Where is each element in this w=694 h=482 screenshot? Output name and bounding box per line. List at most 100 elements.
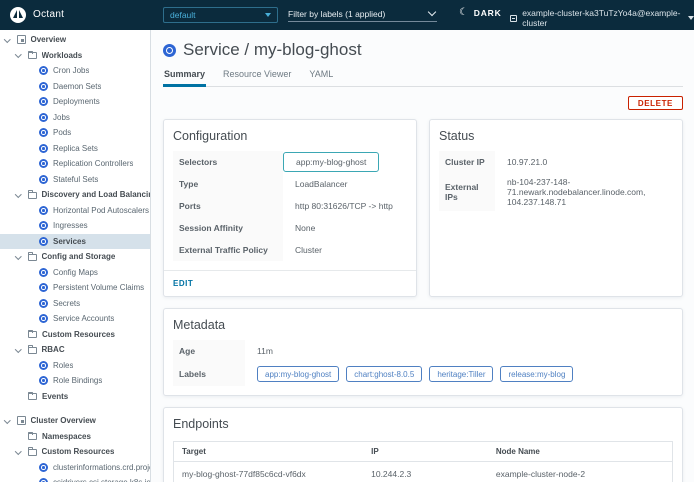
sidebar-item-label: Horizontal Pod Autoscalers — [53, 206, 149, 215]
sidebar-item[interactable]: Discovery and Load Balancing — [0, 187, 150, 203]
sidebar-item-label: Secrets — [53, 299, 80, 308]
config-row-value: app:my-blog-ghost — [283, 152, 379, 172]
tab[interactable]: Summary — [163, 69, 206, 87]
config-row: Session Affinity None — [173, 217, 407, 239]
sidebar-item-label: Stateful Sets — [53, 175, 98, 184]
sidebar-item-icon — [28, 433, 37, 440]
sidebar-item[interactable]: Config and Storage — [0, 249, 150, 265]
sidebar-item-label: csidrivers.csi.storage.k8s.io — [53, 478, 150, 482]
page-title: Service / my-blog-ghost — [183, 40, 362, 60]
sidebar-item[interactable]: Replication Controllers — [0, 156, 150, 172]
label-tag: heritage:Tiller — [429, 366, 493, 382]
sidebar-item[interactable]: Role Bindings — [0, 373, 150, 389]
sidebar-item[interactable]: Replica Sets — [0, 141, 150, 157]
sidebar-item[interactable]: Horizontal Pod Autoscalers — [0, 203, 150, 219]
config-row: Ports http 80:31626/TCP -> http — [173, 195, 407, 217]
sidebar-item-icon — [39, 268, 48, 277]
sidebar-item-label: Discovery and Load Balancing — [42, 190, 151, 199]
app-header: Octant default Filter by labels (1 appli… — [0, 0, 694, 30]
sidebar-item[interactable]: csidrivers.csi.storage.k8s.io — [0, 475, 150, 482]
sidebar-item[interactable]: Ingresses — [0, 218, 150, 234]
sidebar-item[interactable]: Namespaces — [0, 429, 150, 445]
sidebar-item-icon — [39, 66, 48, 75]
sidebar-item[interactable]: Overview — [0, 32, 150, 48]
octant-logo-icon — [10, 7, 26, 23]
sidebar-item[interactable]: Persistent Volume Claims — [0, 280, 150, 296]
metadata-labels: app:my-blog-ghost chart:ghost-8.0.5 heri… — [245, 362, 585, 386]
sidebar-item-label: Pods — [53, 128, 71, 137]
chevron-down-icon[interactable] — [15, 448, 21, 454]
sidebar-item-icon — [39, 206, 48, 215]
status-row-label: External IPs — [439, 173, 495, 211]
sidebar-item[interactable]: Deployments — [0, 94, 150, 110]
sidebar-item-icon — [39, 283, 48, 292]
tab[interactable]: Resource Viewer — [222, 69, 292, 86]
config-row: External Traffic Policy Cluster — [173, 239, 407, 261]
sidebar-item[interactable]: Service Accounts — [0, 311, 150, 327]
sidebar-item-icon — [28, 254, 37, 261]
chevron-down-icon[interactable] — [15, 253, 21, 259]
sidebar-item-label: Ingresses — [53, 221, 88, 230]
chevron-down-icon[interactable] — [4, 36, 10, 42]
sidebar-item-icon — [39, 361, 48, 370]
sidebar-item[interactable]: Secrets — [0, 296, 150, 312]
moon-icon: ☾ — [459, 7, 469, 18]
sidebar-item[interactable]: RBAC — [0, 342, 150, 358]
chevron-down-icon — [265, 13, 271, 17]
namespace-select[interactable]: default — [163, 7, 278, 23]
chevron-down-icon[interactable] — [15, 51, 21, 57]
sidebar-item[interactable]: Cron Jobs — [0, 63, 150, 79]
delete-button[interactable]: DELETE — [628, 96, 683, 110]
sidebar-item[interactable]: Jobs — [0, 110, 150, 126]
sidebar-item-icon — [28, 347, 37, 354]
chevron-down-icon[interactable] — [15, 346, 21, 352]
cluster-context-select[interactable]: example-cluster-ka3TuTzYo4a@example-clus… — [510, 8, 694, 28]
sidebar-item-label: Persistent Volume Claims — [53, 283, 144, 292]
chevron-down-icon[interactable] — [4, 417, 10, 423]
theme-toggle-label: DARK — [474, 8, 502, 18]
sidebar-item-icon — [39, 113, 48, 122]
sidebar-item-label: Cluster Overview — [31, 416, 96, 425]
endpoint-target-link[interactable]: my-blog-ghost-77df85c6cd-vf6dx — [174, 462, 364, 482]
sidebar-item-label: Daemon Sets — [53, 82, 101, 91]
sidebar-item[interactable]: Pods — [0, 125, 150, 141]
endpoints-card: Endpoints Target IP Node Name my-blog — [163, 407, 683, 482]
status-row-label: Cluster IP — [439, 151, 495, 173]
edit-link[interactable]: EDIT — [164, 271, 202, 296]
chevron-down-icon — [688, 16, 694, 20]
sidebar-item[interactable]: clusterinformations.crd.projec — [0, 460, 150, 476]
label-filter-input[interactable]: Filter by labels (1 applied) — [288, 6, 437, 22]
endpoints-column-header: Node Name — [488, 442, 673, 462]
tab[interactable]: YAML — [308, 69, 334, 86]
chevron-down-icon — [428, 8, 436, 16]
sidebar-item-label: Replica Sets — [53, 144, 98, 153]
sidebar-item-icon — [28, 192, 37, 199]
config-row-label: Type — [173, 173, 283, 195]
sidebar-item[interactable]: Custom Resources — [0, 444, 150, 460]
sidebar-item[interactable]: Roles — [0, 358, 150, 374]
label-filter-text: Filter by labels (1 applied) — [288, 9, 385, 19]
service-icon — [163, 44, 176, 57]
sidebar-item[interactable]: Config Maps — [0, 265, 150, 281]
config-row-value: LoadBalancer — [283, 175, 359, 193]
card-title: Metadata — [164, 309, 682, 340]
sidebar-item[interactable]: Stateful Sets — [0, 172, 150, 188]
sidebar-item[interactable]: Services — [0, 234, 150, 250]
theme-toggle[interactable]: ☾ DARK — [459, 8, 502, 18]
sidebar-item-label: Cron Jobs — [53, 66, 89, 75]
tab-bar: Summary Resource Viewer YAML — [163, 69, 683, 87]
label-tag: chart:ghost-8.0.5 — [346, 366, 422, 382]
config-row: Selectors app:my-blog-ghost — [173, 151, 407, 173]
endpoints-row: my-blog-ghost-77df85c6cd-vf6dx 10.244.2.… — [174, 462, 673, 482]
sidebar-item-label: Services — [53, 237, 86, 246]
sidebar-item[interactable]: Events — [0, 389, 150, 405]
sidebar-item-label: Jobs — [53, 113, 70, 122]
sidebar-item-label: Namespaces — [42, 432, 91, 441]
sidebar-item[interactable]: Daemon Sets — [0, 79, 150, 95]
sidebar-item-icon — [39, 128, 48, 137]
sidebar-item[interactable]: Custom Resources — [0, 327, 150, 343]
sidebar-item[interactable]: Cluster Overview — [0, 413, 150, 429]
app-title: Octant — [33, 9, 64, 20]
sidebar-item[interactable]: Workloads — [0, 48, 150, 64]
chevron-down-icon[interactable] — [15, 191, 21, 197]
